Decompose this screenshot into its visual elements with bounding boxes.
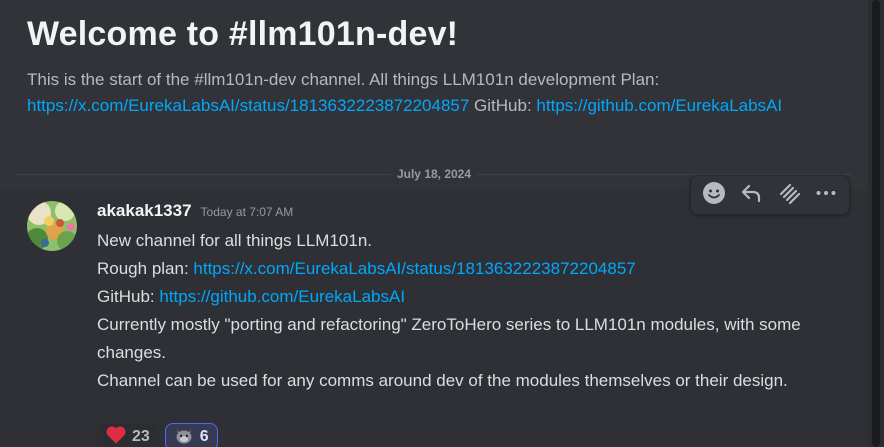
- heart-icon: [106, 425, 126, 447]
- avatar[interactable]: [27, 201, 77, 251]
- message[interactable]: akakak1337 Today at 7:07 AM New channel …: [0, 190, 868, 447]
- message-timestamp[interactable]: Today at 7:07 AM: [201, 205, 294, 219]
- channel-description-text: This is the start of the #llm101n-dev ch…: [27, 70, 660, 89]
- channel-welcome: Welcome to #llm101n-dev! This is the sta…: [27, 10, 857, 119]
- message-line: Currently mostly "porting and refactorin…: [97, 315, 801, 362]
- github-link[interactable]: https://github.com/EurekaLabsAI: [536, 96, 782, 115]
- channel-view: Welcome to #llm101n-dev! This is the sta…: [0, 0, 884, 447]
- super-reaction-icon: [776, 180, 802, 211]
- add-reaction-icon: [702, 181, 726, 210]
- add-reaction-button[interactable]: [698, 179, 730, 211]
- reactions: 23 6: [97, 423, 218, 447]
- reaction-cat[interactable]: 6: [164, 423, 218, 447]
- message-toolbar: [690, 175, 850, 215]
- message-line: GitHub: https://github.com/EurekaLabsAI: [97, 283, 827, 311]
- message-line-prefix: Rough plan:: [97, 259, 194, 278]
- reply-icon: [739, 181, 763, 210]
- username[interactable]: akakak1337: [97, 201, 192, 221]
- message-plan-link[interactable]: https://x.com/EurekaLabsAI/status/181363…: [193, 259, 635, 278]
- github-label: GitHub:: [469, 96, 537, 115]
- message-line: New channel for all things LLM101n.: [97, 231, 372, 250]
- reaction-heart[interactable]: 23: [97, 423, 159, 447]
- super-reaction-button[interactable]: [773, 179, 805, 211]
- message-github-link[interactable]: https://github.com/EurekaLabsAI: [159, 287, 405, 306]
- reaction-count: 6: [199, 428, 209, 445]
- reply-button[interactable]: [735, 179, 767, 211]
- message-header: akakak1337 Today at 7:07 AM: [97, 201, 293, 223]
- message-line-prefix: GitHub:: [97, 287, 160, 306]
- date-divider-label: July 18, 2024: [390, 166, 478, 182]
- cat-face-icon: [174, 425, 194, 447]
- more-options-button[interactable]: [810, 179, 842, 211]
- scrollbar-thumb[interactable]: [872, 0, 880, 447]
- message-content: New channel for all things LLM101n. Roug…: [97, 227, 827, 395]
- more-options-icon: [814, 181, 838, 210]
- message-line: Channel can be used for any comms around…: [97, 371, 788, 390]
- channel-welcome-title: Welcome to #llm101n-dev!: [27, 15, 459, 53]
- scrollbar-track[interactable]: [868, 0, 884, 447]
- plan-link[interactable]: https://x.com/EurekaLabsAI/status/181363…: [27, 96, 469, 115]
- reaction-count: 23: [132, 428, 150, 445]
- channel-description: This is the start of the #llm101n-dev ch…: [27, 67, 787, 119]
- message-line: Rough plan: https://x.com/EurekaLabsAI/s…: [97, 255, 827, 283]
